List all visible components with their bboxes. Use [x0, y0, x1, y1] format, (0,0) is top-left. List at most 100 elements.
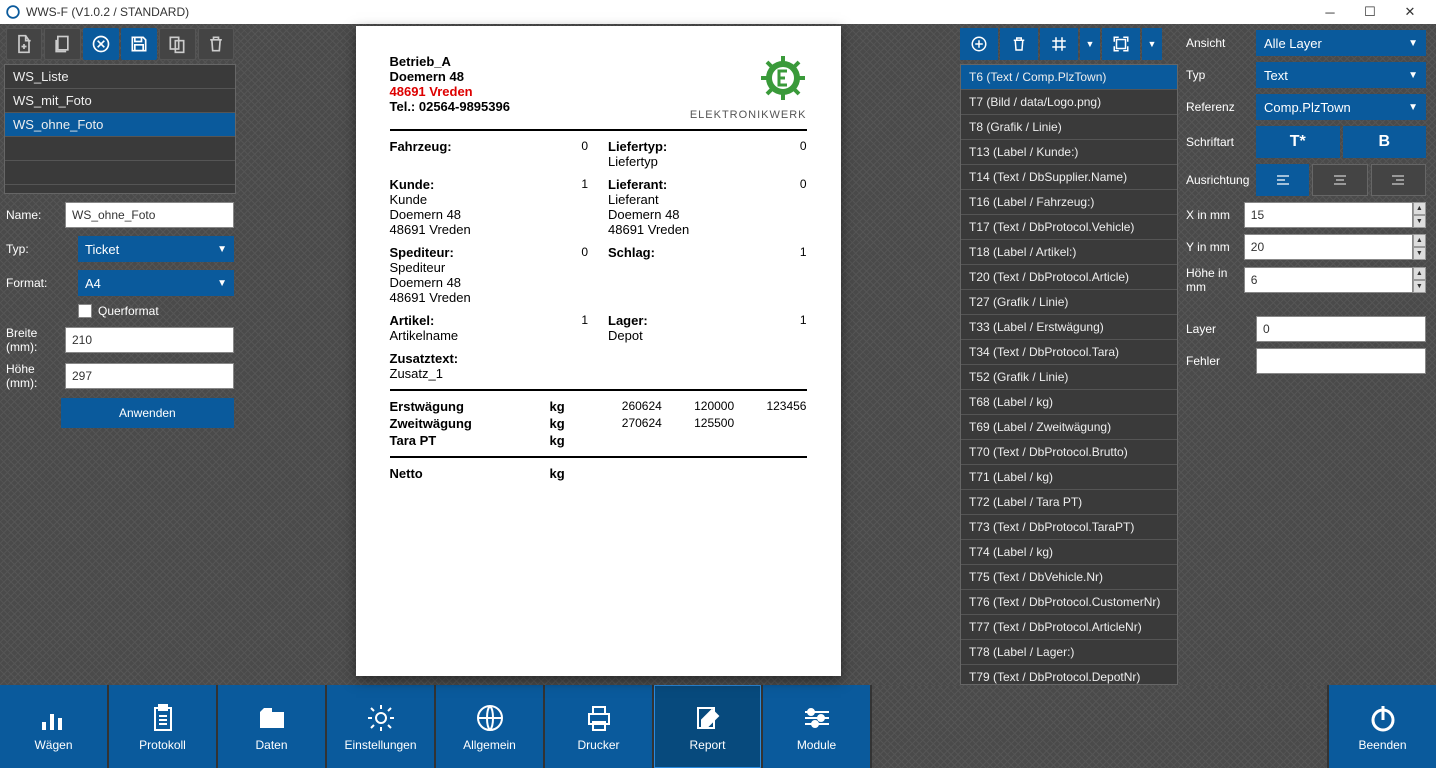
layer-label: Layer [1186, 322, 1256, 336]
x-spin-down[interactable]: ▼ [1413, 215, 1426, 228]
template-list[interactable]: WS_ListeWS_mit_FotoWS_ohne_Foto [4, 64, 236, 194]
element-item[interactable]: T74 (Label / kg) [961, 540, 1177, 565]
x-spin-up[interactable]: ▲ [1413, 202, 1426, 215]
fehler-input[interactable] [1256, 348, 1426, 374]
list-item[interactable]: WS_Liste [5, 65, 235, 89]
element-item[interactable]: T34 (Text / DbProtocol.Tara) [961, 340, 1177, 365]
element-item[interactable]: T78 (Label / Lager:) [961, 640, 1177, 665]
element-item[interactable]: T6 (Text / Comp.PlzTown) [961, 65, 1177, 90]
element-item[interactable]: T33 (Label / Erstwägung) [961, 315, 1177, 340]
minimize-button[interactable]: ─ [1310, 0, 1350, 24]
list-item[interactable]: WS_ohne_Foto [5, 113, 235, 137]
layer-input[interactable] [1256, 316, 1426, 342]
ansicht-select[interactable]: Alle Layer▼ [1256, 30, 1426, 56]
list-item[interactable]: WS_mit_Foto [5, 89, 235, 113]
align-left-button[interactable] [1256, 164, 1309, 196]
element-item[interactable]: T75 (Text / DbVehicle.Nr) [961, 565, 1177, 590]
h-spin-down[interactable]: ▼ [1413, 280, 1426, 293]
element-item[interactable]: T14 (Text / DbSupplier.Name) [961, 165, 1177, 190]
element-item[interactable]: T27 (Grafik / Linie) [961, 290, 1177, 315]
close-button[interactable]: ✕ [1390, 0, 1430, 24]
typ-prop-label: Typ [1186, 68, 1256, 82]
nav-einstellungen[interactable]: Einstellungen [327, 685, 434, 768]
grid-button[interactable] [1040, 28, 1078, 60]
company-street: Doemern 48 [390, 69, 510, 84]
nav-report[interactable]: Report [654, 685, 761, 768]
logo-text: ELEKTRONIKWERK [690, 109, 807, 121]
element-item[interactable]: T70 (Text / DbProtocol.Brutto) [961, 440, 1177, 465]
nav-module[interactable]: Module [763, 685, 870, 768]
y-label: Y in mm [1186, 240, 1244, 254]
nav-daten[interactable]: Daten [218, 685, 325, 768]
element-item[interactable]: T17 (Text / DbProtocol.Vehicle) [961, 215, 1177, 240]
element-item[interactable]: T20 (Text / DbProtocol.Article) [961, 265, 1177, 290]
company-tel: Tel.: 02564-9895396 [390, 99, 510, 114]
duplicate-button[interactable] [159, 28, 195, 60]
h-label: Höhe in mm [1186, 266, 1244, 294]
h-input[interactable] [1244, 267, 1413, 293]
left-toolbar [0, 24, 240, 64]
logo-icon [759, 54, 807, 102]
referenz-label: Referenz [1186, 100, 1256, 114]
nav-protokoll[interactable]: Protokoll [109, 685, 216, 768]
breite-label: Breite (mm): [6, 326, 65, 354]
align-right-button[interactable] [1371, 164, 1426, 196]
nav-allgemein[interactable]: Allgemein [436, 685, 543, 768]
nav-waegen[interactable]: Wägen [0, 685, 107, 768]
element-item[interactable]: T16 (Label / Fahrzeug:) [961, 190, 1177, 215]
element-item[interactable]: T7 (Bild / data/Logo.png) [961, 90, 1177, 115]
element-item[interactable]: T13 (Label / Kunde:) [961, 140, 1177, 165]
window-title: WWS-F (V1.0.2 / STANDARD) [26, 5, 1310, 19]
querformat-checkbox[interactable] [78, 304, 92, 318]
element-toolbar: ▼ ▼ [956, 24, 1182, 64]
y-spin-down[interactable]: ▼ [1413, 247, 1426, 260]
delete-element-button[interactable] [1000, 28, 1038, 60]
align-center-button[interactable] [1312, 164, 1367, 196]
format-select[interactable]: A4▼ [78, 270, 234, 296]
report-preview: Betrieb_A Doemern 48 48691 Vreden Tel.: … [356, 26, 841, 676]
element-item[interactable]: T73 (Text / DbProtocol.TaraPT) [961, 515, 1177, 540]
breite-input[interactable] [65, 327, 234, 353]
fit-button[interactable] [1102, 28, 1140, 60]
element-item[interactable]: T68 (Label / kg) [961, 390, 1177, 415]
x-input[interactable] [1244, 202, 1413, 228]
element-item[interactable]: T69 (Label / Zweitwägung) [961, 415, 1177, 440]
y-spin-up[interactable]: ▲ [1413, 234, 1426, 247]
apply-button[interactable]: Anwenden [61, 398, 234, 428]
add-element-button[interactable] [960, 28, 998, 60]
save-button[interactable] [121, 28, 157, 60]
nav-beenden[interactable]: Beenden [1329, 685, 1436, 768]
titlebar: WWS-F (V1.0.2 / STANDARD) ─ ☐ ✕ [0, 0, 1436, 24]
new-file-button[interactable] [6, 28, 42, 60]
element-item[interactable]: T79 (Text / DbProtocol.DepotNr) [961, 665, 1177, 685]
bottom-nav: Wägen Protokoll Daten Einstellungen Allg… [0, 685, 1436, 768]
referenz-select[interactable]: Comp.PlzTown▼ [1256, 94, 1426, 120]
typ-select[interactable]: Ticket▼ [78, 236, 234, 262]
copy-file-button[interactable] [44, 28, 80, 60]
maximize-button[interactable]: ☐ [1350, 0, 1390, 24]
element-list[interactable]: T6 (Text / Comp.PlzTown)T7 (Bild / data/… [960, 64, 1178, 685]
cancel-button[interactable] [83, 28, 119, 60]
ausrichtung-label: Ausrichtung [1186, 173, 1256, 187]
typ-prop-select[interactable]: Text▼ [1256, 62, 1426, 88]
y-input[interactable] [1244, 234, 1413, 260]
fit-dropdown[interactable]: ▼ [1142, 28, 1162, 60]
bold-button[interactable]: B [1343, 126, 1427, 158]
element-item[interactable]: T76 (Text / DbProtocol.CustomerNr) [961, 590, 1177, 615]
hoehe-input[interactable] [65, 363, 234, 389]
ansicht-label: Ansicht [1186, 36, 1256, 50]
hoehe-label: Höhe (mm): [6, 362, 65, 390]
element-item[interactable]: T71 (Label / kg) [961, 465, 1177, 490]
element-item[interactable]: T18 (Label / Artikel:) [961, 240, 1177, 265]
h-spin-up[interactable]: ▲ [1413, 267, 1426, 280]
element-item[interactable]: T77 (Text / DbProtocol.ArticleNr) [961, 615, 1177, 640]
name-label: Name: [6, 208, 65, 222]
element-item[interactable]: T72 (Label / Tara PT) [961, 490, 1177, 515]
font-button[interactable]: T* [1256, 126, 1340, 158]
delete-button[interactable] [198, 28, 234, 60]
nav-drucker[interactable]: Drucker [545, 685, 652, 768]
grid-dropdown[interactable]: ▼ [1080, 28, 1100, 60]
name-input[interactable] [65, 202, 234, 228]
element-item[interactable]: T52 (Grafik / Linie) [961, 365, 1177, 390]
element-item[interactable]: T8 (Grafik / Linie) [961, 115, 1177, 140]
